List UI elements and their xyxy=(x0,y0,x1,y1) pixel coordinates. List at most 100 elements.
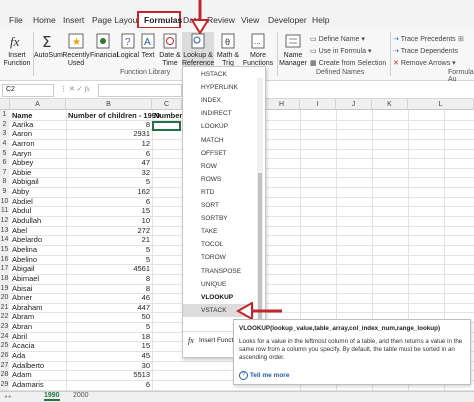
cell-count[interactable]: 21 xyxy=(66,235,150,245)
cell-count[interactable]: 6 xyxy=(66,197,150,207)
tab-formulas[interactable]: Formulas xyxy=(137,11,182,29)
lookup-reference-button[interactable]: Lookup & Reference xyxy=(182,32,214,67)
menu-item-sort[interactable]: SORT xyxy=(201,202,219,209)
cell-name[interactable]: Abelardo xyxy=(12,235,68,245)
logical-button[interactable]: ? Logical xyxy=(116,32,140,60)
cell-name[interactable]: Acacia xyxy=(12,341,68,351)
cell-count[interactable]: 272 xyxy=(66,226,150,236)
cell-name[interactable]: Aarron xyxy=(12,139,68,149)
header-children-1990[interactable]: Number of children - 1990 xyxy=(68,111,160,120)
tell-me-more-link[interactable]: Tell me more xyxy=(250,372,290,379)
menu-item-take[interactable]: TAKE xyxy=(201,228,218,235)
remove-arrows-button[interactable]: ✕ Remove Arrows ▾ xyxy=(393,59,456,67)
cell-count[interactable]: 5 xyxy=(66,255,150,265)
menu-item-transpose[interactable]: TRANSPOSE xyxy=(201,268,241,275)
show-formulas-icon[interactable]: ⊞ xyxy=(458,35,464,43)
column-header-l[interactable]: L xyxy=(408,99,474,110)
cell-name[interactable]: Abelina xyxy=(12,245,68,255)
cell-name[interactable]: Abbigail xyxy=(12,177,68,187)
more-functions-button[interactable]: ... More Functions xyxy=(242,32,274,68)
menu-item-hstack[interactable]: HSTACK xyxy=(201,71,227,78)
tab-insert[interactable]: Insert xyxy=(63,15,84,25)
cell-count[interactable]: 2931 xyxy=(66,129,150,139)
cell-count[interactable]: 10 xyxy=(66,216,150,226)
cell-name[interactable]: Abel xyxy=(12,226,68,236)
cell-name[interactable]: Aaryn xyxy=(12,149,68,159)
cell-name[interactable]: Adamaris xyxy=(12,380,68,390)
cell-count[interactable]: 47 xyxy=(66,158,150,168)
sheet-tab-2000[interactable]: 2000 xyxy=(73,392,89,399)
recently-used-button[interactable]: ★ Recently Used xyxy=(62,32,90,68)
cell-count[interactable]: 5 xyxy=(66,177,150,187)
autosum-button[interactable]: Σ AutoSum xyxy=(34,32,63,60)
header-number[interactable]: Number xyxy=(154,111,182,120)
tab-help[interactable]: Help xyxy=(312,15,329,25)
cell-name[interactable]: Adam xyxy=(12,370,68,380)
menu-item-unique[interactable]: UNIQUE xyxy=(201,281,226,288)
cell-count[interactable]: 8 xyxy=(66,274,150,284)
trace-dependents-button[interactable]: ⇢ Trace Dependents xyxy=(393,47,458,55)
tab-review[interactable]: Review xyxy=(207,15,235,25)
cell-name[interactable]: Abran xyxy=(12,322,68,332)
menu-item-vstack[interactable]: VSTACK xyxy=(201,307,227,314)
date-time-button[interactable]: Date & Time xyxy=(158,32,182,68)
cell-count[interactable]: 15 xyxy=(66,341,150,351)
cell-name[interactable]: Adalberto xyxy=(12,361,68,371)
cell-name[interactable]: Abdul xyxy=(12,206,68,216)
cell-count[interactable]: 8 xyxy=(66,284,150,294)
cell-name[interactable]: Aaron xyxy=(12,129,68,139)
column-header-j[interactable]: J xyxy=(336,99,372,110)
cell-name[interactable]: Abimael xyxy=(12,274,68,284)
column-header-i[interactable]: I xyxy=(300,99,336,110)
tab-file[interactable]: File xyxy=(9,15,23,25)
cell-count[interactable]: 4561 xyxy=(66,264,150,274)
menu-item-rows[interactable]: ROWS xyxy=(201,176,221,183)
cell-count[interactable]: 5 xyxy=(66,322,150,332)
tab-view[interactable]: View xyxy=(241,15,259,25)
menu-item-index[interactable]: INDEX xyxy=(201,97,221,104)
menu-item-vlookup[interactable]: VLOOKUP xyxy=(201,294,233,301)
cell-name[interactable]: Aarika xyxy=(12,120,68,130)
cell-count[interactable]: 46 xyxy=(66,293,150,303)
column-header-c[interactable]: C xyxy=(152,99,182,110)
column-header-a[interactable]: A xyxy=(10,99,66,110)
cell-count[interactable]: 5 xyxy=(66,245,150,255)
cell-name[interactable]: Abelino xyxy=(12,255,68,265)
cell-count[interactable]: 447 xyxy=(66,303,150,313)
menu-item-rtd[interactable]: RTD xyxy=(201,189,214,196)
column-header-h[interactable]: H xyxy=(264,99,300,110)
cell-count[interactable]: 45 xyxy=(66,351,150,361)
cell-count[interactable]: 50 xyxy=(66,312,150,322)
menu-item-hyperlink[interactable]: HYPERLINK xyxy=(201,84,238,91)
header-name[interactable]: Name xyxy=(12,111,32,120)
sheet-nav-icon[interactable]: ◂ ▸ xyxy=(4,393,12,400)
cell-count[interactable]: 12 xyxy=(66,139,150,149)
cell-name[interactable]: Abdiel xyxy=(12,197,68,207)
menu-item-lookup[interactable]: LOOKUP xyxy=(201,123,228,130)
cell-name[interactable]: Abril xyxy=(12,332,68,342)
column-header-b[interactable]: B xyxy=(66,99,152,110)
define-name-button[interactable]: ▭ Define Name ▾ xyxy=(310,35,365,43)
text-button[interactable]: A Text xyxy=(140,32,156,60)
cell-count[interactable]: 5513 xyxy=(66,370,150,380)
use-in-formula-button[interactable]: ▭ Use in Formula ▾ xyxy=(310,47,372,55)
cell-count[interactable]: 15 xyxy=(66,206,150,216)
menu-item-match[interactable]: MATCH xyxy=(201,137,224,144)
cell-name[interactable]: Abram xyxy=(12,312,68,322)
cell-name[interactable]: Abby xyxy=(12,187,68,197)
math-trig-button[interactable]: θ Math & Trig xyxy=(215,32,241,68)
cell-count[interactable]: 6 xyxy=(66,149,150,159)
cell-name[interactable]: Abdullah xyxy=(12,216,68,226)
selected-cell-c2[interactable] xyxy=(152,121,181,131)
cell-name[interactable]: Abbie xyxy=(12,168,68,178)
menu-item-sortby[interactable]: SORTBY xyxy=(201,215,228,222)
menu-item-indirect[interactable]: INDIRECT xyxy=(201,110,232,117)
name-manager-button[interactable]: Name Manager xyxy=(279,32,307,68)
row-header[interactable]: 29 xyxy=(0,379,9,391)
name-box[interactable]: C2 xyxy=(2,84,54,97)
tab-home[interactable]: Home xyxy=(33,15,56,25)
cell-count[interactable]: 30 xyxy=(66,361,150,371)
formula-input[interactable] xyxy=(98,84,182,97)
cell-count[interactable]: 8 xyxy=(66,120,150,130)
tooltip-help-link[interactable]: ? Tell me more xyxy=(239,371,289,380)
